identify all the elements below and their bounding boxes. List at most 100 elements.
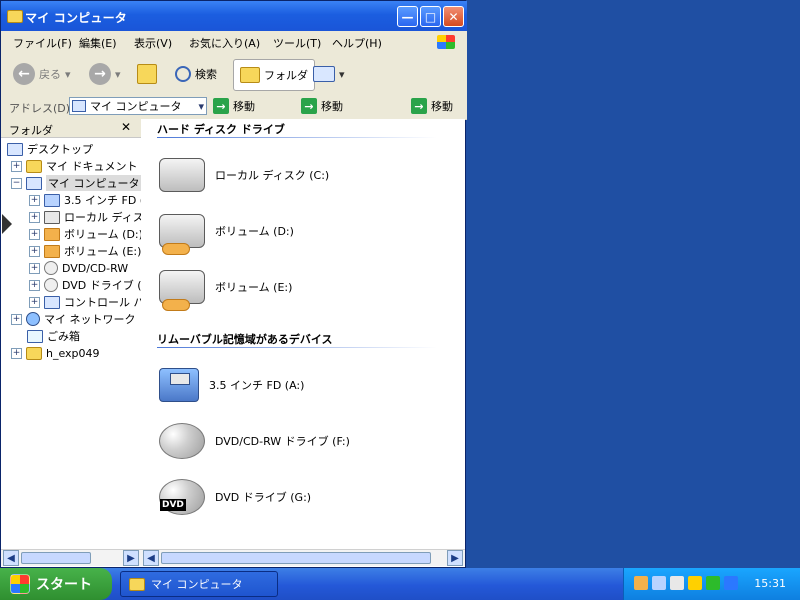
go-button-3[interactable]: → 移動	[411, 97, 453, 115]
tree-item-floppy[interactable]: + 3.5 インチ FD (	[29, 192, 144, 208]
scroll-left-icon[interactable]: ◀	[3, 550, 19, 566]
shared-drive-icon	[44, 227, 60, 241]
expand-icon[interactable]: +	[29, 296, 40, 308]
back-button[interactable]: ← 戻る ▾	[13, 63, 71, 85]
scroll-left-icon[interactable]: ◀	[143, 550, 159, 566]
tree-item-dvd-drive[interactable]: + DVD ドライブ (	[29, 277, 142, 293]
drive-item-c[interactable]: ローカル ディスク (C:)	[159, 149, 329, 201]
drive-item-g[interactable]: DVD DVD ドライブ (G:)	[159, 471, 311, 523]
floppy-drive-icon	[159, 368, 199, 402]
tree-horizontal-scrollbar[interactable]: ◀ ▶	[1, 549, 141, 566]
go-label-2: 移動	[321, 100, 343, 113]
forward-dropdown-icon: ▾	[115, 67, 121, 81]
tree-item-volume-e[interactable]: + ボリューム (E:)	[29, 243, 141, 259]
scroll-thumb[interactable]	[21, 552, 91, 564]
tree-item-my-documents[interactable]: + マイ ドキュメント	[11, 158, 138, 174]
expand-icon[interactable]: +	[29, 262, 40, 274]
scroll-right-icon[interactable]: ▶	[447, 550, 463, 566]
expand-icon[interactable]: +	[11, 160, 22, 172]
tree-label: ボリューム (E:)	[64, 245, 142, 258]
tree-item-local-disk[interactable]: + ローカル ディスク	[29, 209, 155, 225]
address-bar: アドレス(D) マイ コンピュータ ▾ → 移動 → 移動 → 移動	[1, 95, 467, 120]
start-button[interactable]: スタート	[0, 568, 112, 600]
desktop-icon	[7, 142, 23, 156]
menu-help[interactable]: ヘルプ(H)	[332, 35, 382, 51]
tray-icon-security[interactable]	[652, 576, 666, 590]
views-button[interactable]: ▾	[313, 63, 345, 85]
tree-item-my-network[interactable]: + マイ ネットワーク	[11, 311, 136, 327]
tree-label: DVD/CD-RW	[62, 261, 129, 275]
cd-rw-drive-icon	[159, 423, 205, 459]
windows-flag-icon	[437, 35, 455, 49]
up-button[interactable]	[137, 63, 157, 85]
drive-label: ボリューム (E:)	[215, 281, 293, 294]
maximize-icon: □	[424, 9, 437, 24]
views-icon	[313, 66, 335, 82]
scroll-thumb[interactable]	[161, 552, 431, 564]
expand-icon[interactable]: +	[29, 228, 40, 240]
tree-item-h-exp049[interactable]: + h_exp049	[11, 345, 100, 361]
folder-tree-close-icon[interactable]: ✕	[121, 120, 131, 134]
tray-icon-volume[interactable]	[670, 576, 684, 590]
menu-tools[interactable]: ツール(T)	[273, 35, 321, 51]
tray-icon-network[interactable]	[634, 576, 648, 590]
close-button[interactable]: ✕	[443, 6, 464, 27]
shared-drive-icon	[44, 244, 60, 258]
tree-label: マイ ネットワーク	[44, 313, 136, 326]
search-button[interactable]: 検索	[175, 63, 217, 85]
control-panel-icon	[44, 295, 60, 309]
tree-item-volume-d[interactable]: + ボリューム (D:)	[29, 226, 143, 242]
folders-icon	[240, 67, 260, 83]
taskbar-window-button[interactable]: マイ コンピュータ	[120, 571, 278, 597]
folder-icon	[7, 10, 23, 23]
tree-label: マイ ドキュメント	[46, 160, 138, 173]
folder-tree-panel: フォルダ ✕ デスクトップ + マイ ドキュメント − マイ コンピュータ + …	[1, 119, 155, 567]
drive-label: DVD ドライブ (G:)	[215, 491, 312, 504]
tree-label: ボリューム (D:)	[64, 228, 143, 241]
menu-favorites[interactable]: お気に入り(A)	[189, 35, 260, 51]
forward-button[interactable]: → ▾	[89, 63, 121, 85]
main-window: マイ コンピュータ — □ ✕ ファイル(F) 編集(E) 表示(V) お気に入…	[0, 0, 467, 568]
title-bar[interactable]: マイ コンピュータ — □ ✕	[1, 1, 467, 31]
drive-item-d[interactable]: ボリューム (D:)	[159, 205, 294, 257]
scroll-right-icon[interactable]: ▶	[123, 550, 139, 566]
tree-item-control-panel[interactable]: + コントロール パ	[29, 294, 145, 310]
tree-item-recycle-bin[interactable]: ごみ箱	[27, 328, 80, 344]
expand-icon[interactable]: +	[29, 245, 40, 257]
menu-view[interactable]: 表示(V)	[134, 35, 172, 51]
tree-item-my-computer[interactable]: − マイ コンピュータ	[11, 175, 142, 191]
folder-tree-header: フォルダ ✕	[1, 119, 141, 138]
folders-button[interactable]: フォルダ	[233, 59, 315, 91]
menu-bar: ファイル(F) 編集(E) 表示(V) お気に入り(A) ツール(T) ヘルプ(…	[1, 31, 467, 54]
address-dropdown-icon[interactable]: ▾	[198, 100, 204, 113]
go-arrow-icon: →	[301, 98, 317, 114]
expand-icon[interactable]: +	[29, 279, 40, 291]
expand-icon[interactable]: +	[11, 347, 22, 359]
drive-item-a[interactable]: 3.5 インチ FD (A:)	[159, 359, 304, 411]
recycle-bin-icon	[27, 329, 43, 343]
shared-hard-disk-icon	[159, 214, 205, 255]
go-button-2[interactable]: → 移動	[301, 97, 343, 115]
expand-icon[interactable]: +	[11, 313, 22, 325]
clock[interactable]: 15:31	[754, 577, 786, 590]
tree-item-dvd-cd-rw[interactable]: + DVD/CD-RW	[29, 260, 128, 276]
tray-icon-ime[interactable]	[724, 576, 738, 590]
maximize-button[interactable]: □	[420, 6, 441, 27]
taskbar: スタート マイ コンピュータ 15:31	[0, 568, 800, 600]
collapse-icon[interactable]: −	[11, 177, 22, 189]
expand-icon[interactable]: +	[29, 211, 40, 223]
go-button[interactable]: → 移動	[213, 97, 255, 115]
dvd-badge: DVD	[160, 499, 186, 511]
tray-icon-update[interactable]	[688, 576, 702, 590]
menu-file[interactable]: ファイル(F)	[13, 35, 72, 51]
expand-icon[interactable]: +	[29, 194, 40, 206]
address-field[interactable]: マイ コンピュータ ▾	[69, 97, 207, 115]
content-horizontal-scrollbar[interactable]: ◀ ▶	[141, 549, 465, 566]
drive-item-e[interactable]: ボリューム (E:)	[159, 261, 292, 313]
tray-icon-sync[interactable]	[706, 576, 720, 590]
minimize-button[interactable]: —	[397, 6, 418, 27]
folder-icon	[26, 159, 42, 173]
menu-edit[interactable]: 編集(E)	[79, 35, 117, 51]
tree-item-desktop[interactable]: デスクトップ	[7, 141, 93, 157]
drive-item-f[interactable]: DVD/CD-RW ドライブ (F:)	[159, 415, 350, 467]
